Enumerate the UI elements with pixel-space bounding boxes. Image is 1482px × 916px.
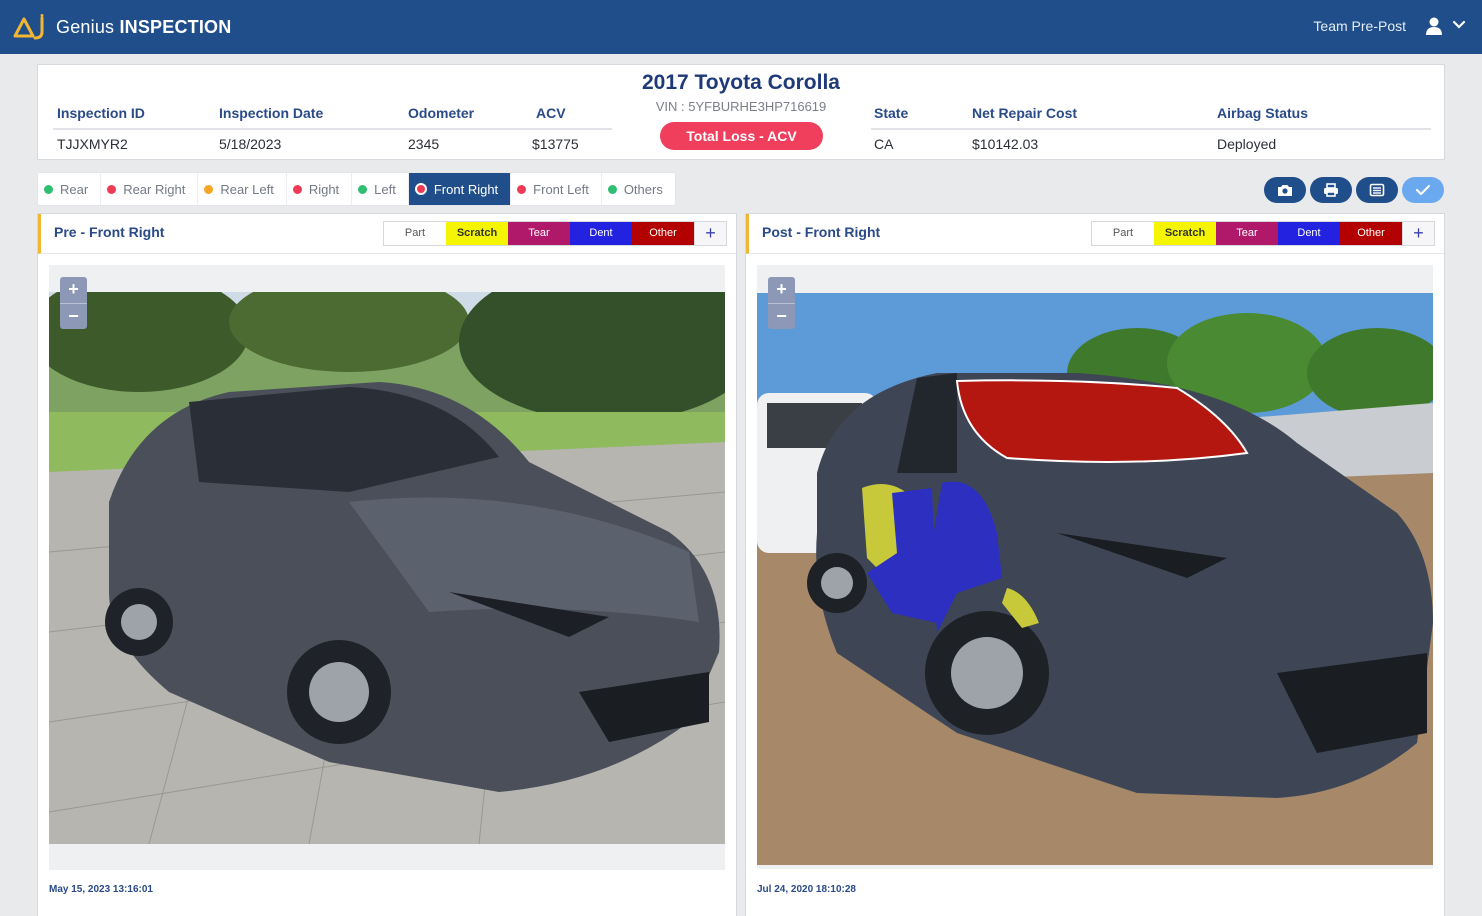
approve-button[interactable] bbox=[1402, 177, 1444, 203]
post-timestamp: Jul 24, 2020 18:10:28 bbox=[757, 884, 856, 895]
status-dot-icon bbox=[517, 184, 527, 194]
print-button[interactable] bbox=[1310, 177, 1352, 203]
legend-other[interactable]: Other bbox=[1340, 222, 1402, 245]
top-bar: Genius INSPECTION Team Pre-Post bbox=[0, 0, 1482, 54]
post-damage-legend: Part Scratch Tear Dent Other + bbox=[1091, 221, 1435, 246]
chevron-down-icon[interactable] bbox=[1452, 20, 1466, 30]
tab-label: Left bbox=[374, 181, 396, 197]
inspection-date-label: Inspection Date bbox=[219, 105, 324, 121]
vehicle-title: 2017 Toyota Corolla bbox=[641, 71, 840, 94]
add-annotation-button[interactable]: + bbox=[1402, 222, 1434, 245]
tab-label: Front Left bbox=[533, 181, 589, 197]
add-annotation-button[interactable]: + bbox=[694, 222, 726, 245]
inspection-id-label: Inspection ID bbox=[57, 105, 145, 121]
camera-icon bbox=[1278, 185, 1292, 196]
pre-photo-viewer: + − bbox=[49, 265, 725, 870]
status-dot-icon bbox=[292, 184, 302, 194]
legend-dent[interactable]: Dent bbox=[1278, 222, 1340, 245]
zoom-out-button[interactable]: − bbox=[768, 303, 795, 329]
status-dot-icon bbox=[44, 184, 53, 194]
brand-logo[interactable]: Genius INSPECTION bbox=[12, 14, 231, 40]
tab-rear-right[interactable]: Rear Right bbox=[101, 173, 199, 205]
tab-label: Right bbox=[308, 181, 340, 197]
list-icon bbox=[1369, 183, 1385, 197]
legend-tear[interactable]: Tear bbox=[508, 222, 570, 245]
list-button[interactable] bbox=[1356, 177, 1398, 203]
user-icon[interactable] bbox=[1424, 16, 1444, 36]
check-icon bbox=[1415, 184, 1431, 196]
post-panel: Post - Front Right Part Scratch Tear Den… bbox=[745, 213, 1445, 916]
pre-panel-header: Pre - Front Right Part Scratch Tear Dent… bbox=[38, 214, 736, 254]
acv-label: ACV bbox=[536, 105, 566, 121]
post-photo-viewer: + − bbox=[757, 265, 1433, 869]
legend-other[interactable]: Other bbox=[632, 222, 694, 245]
acv-value: $13775 bbox=[532, 136, 579, 152]
tab-front-left[interactable]: Front Left bbox=[511, 173, 602, 205]
pre-vehicle-photo[interactable] bbox=[49, 292, 725, 844]
tab-label: Rear bbox=[60, 181, 89, 197]
view-tabs: Rear Rear Right Rear Left Right Left Front Ri… bbox=[37, 172, 676, 206]
post-vehicle-photo[interactable] bbox=[757, 293, 1433, 865]
state-value: CA bbox=[874, 136, 894, 152]
post-panel-header: Post - Front Right Part Scratch Tear Den… bbox=[746, 214, 1444, 254]
zoom-in-button[interactable]: + bbox=[768, 277, 795, 303]
airbag-status-label: Airbag Status bbox=[1217, 105, 1309, 121]
pre-damage-legend: Part Scratch Tear Dent Other + bbox=[383, 221, 727, 246]
pre-panel-title: Pre - Front Right bbox=[54, 224, 165, 240]
legend-scratch[interactable]: Scratch bbox=[1154, 222, 1216, 245]
net-repair-cost-label: Net Repair Cost bbox=[972, 105, 1078, 121]
pre-panel: Pre - Front Right Part Scratch Tear Dent… bbox=[37, 213, 737, 916]
brand-prefix: Genius bbox=[56, 16, 115, 37]
zoom-out-button[interactable]: − bbox=[60, 303, 87, 329]
inspection-date-value: 5/18/2023 bbox=[219, 136, 282, 152]
legend-tear[interactable]: Tear bbox=[1216, 222, 1278, 245]
inspection-summary: 2017 Toyota Corolla VIN : 5YFBURHE3HP716… bbox=[37, 64, 1445, 160]
team-name[interactable]: Team Pre-Post bbox=[1313, 18, 1406, 34]
net-repair-cost-value: $10142.03 bbox=[972, 136, 1039, 152]
odometer-label: Odometer bbox=[408, 105, 475, 121]
post-zoom-controls: + − bbox=[768, 277, 795, 329]
total-loss-button[interactable]: Total Loss - ACV bbox=[660, 122, 823, 150]
camera-button[interactable] bbox=[1264, 177, 1306, 203]
airbag-status-value: Deployed bbox=[1217, 136, 1277, 152]
status-dot-icon bbox=[358, 184, 368, 194]
legend-part[interactable]: Part bbox=[384, 222, 446, 245]
legend-dent[interactable]: Dent bbox=[570, 222, 632, 245]
tab-label: Rear Left bbox=[220, 181, 274, 197]
status-dot-icon bbox=[414, 183, 427, 195]
status-dot-icon bbox=[607, 184, 617, 194]
odometer-value: 2345 bbox=[408, 136, 440, 152]
tab-label: Front Right bbox=[433, 181, 499, 197]
status-dot-icon bbox=[107, 184, 117, 194]
tab-others[interactable]: Others bbox=[602, 173, 675, 205]
tab-right[interactable]: Right bbox=[287, 173, 353, 205]
summary-divider-right bbox=[871, 128, 1431, 130]
tab-label: Rear Right bbox=[123, 181, 186, 197]
tab-label: Others bbox=[623, 181, 663, 197]
zoom-in-button[interactable]: + bbox=[60, 277, 87, 303]
summary-divider-left bbox=[53, 128, 612, 130]
post-panel-title: Post - Front Right bbox=[762, 224, 881, 240]
tab-rear-left[interactable]: Rear Left bbox=[198, 173, 287, 205]
state-label: State bbox=[874, 105, 909, 121]
inspection-id-value: TJJXMYR2 bbox=[57, 136, 128, 152]
tab-left[interactable]: Left bbox=[352, 173, 409, 205]
brand-suffix: INSPECTION bbox=[119, 16, 232, 37]
pre-timestamp: May 15, 2023 13:16:01 bbox=[49, 884, 153, 895]
legend-part[interactable]: Part bbox=[1092, 222, 1154, 245]
print-icon bbox=[1324, 183, 1338, 197]
tab-front-right[interactable]: Front Right bbox=[408, 173, 512, 205]
logo-icon bbox=[13, 14, 44, 40]
status-dot-icon bbox=[204, 184, 214, 194]
tab-rear[interactable]: Rear bbox=[38, 173, 102, 205]
pre-zoom-controls: + − bbox=[60, 277, 87, 329]
legend-scratch[interactable]: Scratch bbox=[446, 222, 508, 245]
